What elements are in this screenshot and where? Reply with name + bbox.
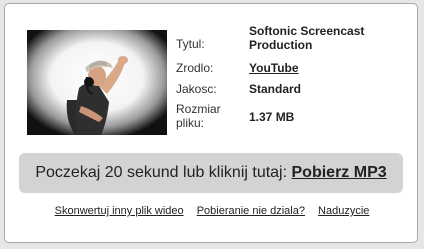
title-value: Softonic Screencast Production	[249, 24, 365, 52]
source-label: Zrodlo:	[176, 61, 214, 75]
video-thumbnail	[27, 30, 167, 135]
download-panel: Tytul: Softonic Screencast Production Zr…	[4, 3, 418, 243]
download-not-working-link[interactable]: Pobieranie nie dziala?	[197, 205, 305, 217]
size-value: 1.37 MB	[249, 110, 295, 124]
title-label: Tytul:	[176, 37, 205, 51]
size-label: Rozmiar pliku:	[176, 102, 221, 130]
quality-value: Standard	[249, 82, 302, 96]
quality-label: Jakosc:	[176, 82, 217, 96]
footer-links: Skonwertuj inny plik wideo Pobieranie ni…	[5, 205, 419, 217]
download-mp3-link[interactable]: Pobierz MP3	[292, 164, 387, 181]
download-prompt: Poczekaj 20 sekund lub kliknij tutaj:	[35, 164, 292, 181]
thumbnail-image	[27, 30, 167, 135]
report-abuse-link[interactable]: Naduzycie	[318, 205, 369, 217]
download-bar: Poczekaj 20 sekund lub kliknij tutaj: Po…	[19, 153, 403, 193]
convert-another-link[interactable]: Skonwertuj inny plik wideo	[55, 205, 184, 217]
source-link[interactable]: YouTube	[249, 61, 399, 75]
